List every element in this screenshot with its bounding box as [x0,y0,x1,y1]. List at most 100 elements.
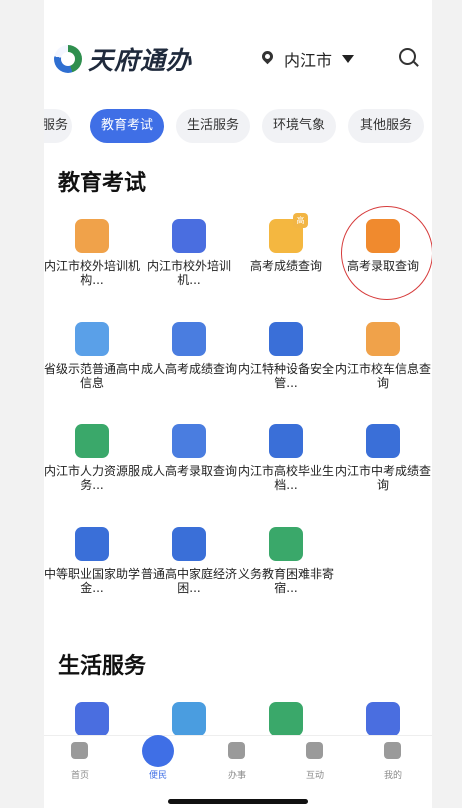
icon-glyph [172,322,206,356]
grid-item-label: 成人高考成绩查询 [141,362,238,376]
grid-item-label: 内江市人力资源服务... [44,464,141,492]
location-pin-icon [261,51,274,67]
nav-label: 我的 [383,771,402,781]
icon-glyph [366,322,400,356]
icon-glyph [75,527,109,561]
bottom-nav: 首页 便民 办事 互动 我的 [44,735,432,785]
grid-item-label: 省级示范普通高中信息 [44,362,141,390]
tab-services[interactable]: 服务 [44,109,72,143]
nav-profile[interactable]: 我的 [363,742,423,784]
location-selector[interactable]: 内江市 [261,47,355,71]
grid-item[interactable]: 成人高考成绩查询 [141,322,237,412]
icon-glyph [172,424,206,458]
document-icon [228,742,245,759]
interact-icon [306,742,323,759]
home-icon [71,742,88,759]
grid-item[interactable]: 内江市人力资源服务... [44,424,140,514]
grid-item[interactable]: 内江市高校毕业生档... [238,424,334,514]
grid-item-label: 内江市校车信息查询 [335,362,432,390]
grid-item[interactable] [141,702,237,735]
app-name: 天府通办 [88,46,193,75]
grid-item[interactable]: 普通高中家庭经济困... [141,527,237,617]
grid-item[interactable]: 中等职业国家助学金... [44,527,140,617]
caret-down-icon [342,55,355,63]
tab-life[interactable]: 生活服务 [176,109,250,143]
aid-grant-icon [75,527,109,561]
reader-icon [366,702,400,735]
icon-glyph [172,219,206,253]
grid-item[interactable]: 成人高考录取查询 [141,424,237,514]
midterm-score-icon [366,424,400,458]
nav-label: 首页 [70,771,89,781]
icon-glyph [269,527,303,561]
grid-item-label: 成人高考录取查询 [141,464,238,478]
water-drop-icon [75,702,109,735]
grid-item-label: 内江市校外培训机... [146,259,231,287]
grid-item-label: 义务教育困难非寄宿... [238,567,335,595]
id-card-icon [172,702,206,735]
tab-education[interactable]: 教育考试 [90,109,164,143]
grid-item-label: 内江市高校毕业生档... [238,464,335,492]
icon-glyph [269,424,303,458]
icon-glyph [269,322,303,356]
section-title-education: 教育考试 [58,171,147,196]
badge: 高 [293,213,308,228]
grid-item[interactable]: 内江特种设备安全管... [238,322,334,412]
logo-icon [54,45,82,73]
category-tabs: 服务 教育考试 生活服务 环境气象 其他服务 [44,109,432,143]
nav-label: 互动 [305,771,324,781]
grid-item[interactable] [238,702,334,735]
nav-label: 便民 [148,771,167,781]
home-indicator [168,799,308,804]
icon-glyph [172,527,206,561]
adult-admission-icon [172,424,206,458]
equipment-icon [269,322,303,356]
grid-item-label: 高考成绩查询 [249,259,322,273]
nav-home[interactable]: 首页 [50,742,110,784]
nav-label: 办事 [227,771,246,781]
grid-item-label: 内江特种设备安全管... [238,362,335,390]
school-bus-icon [366,322,400,356]
tab-other[interactable]: 其他服务 [348,109,424,143]
grid-item[interactable]: 内江市校车信息查询 [335,322,431,412]
grid-item[interactable]: 省级示范普通高中信息 [44,322,140,412]
service-icon [142,735,174,767]
globe-icon [269,702,303,735]
grid-item-label: 内江市校外培训机构... [44,259,141,287]
grid-item[interactable] [44,702,140,735]
icon-glyph [75,219,109,253]
adult-exam-icon [172,322,206,356]
grid-item[interactable]: 义务教育困难非寄宿... [238,527,334,617]
profile-icon [384,742,401,759]
section-title-life: 生活服务 [58,654,147,679]
school-building-icon [75,322,109,356]
header: 天府通办 内江市 [44,38,432,82]
hand-aid-icon [269,527,303,561]
app-logo: 天府通办 [54,41,192,77]
phone-screen: 天府通办 内江市 服务 教育考试 生活服务 环境气象 其他服务 教育考试 内江市… [44,0,432,808]
location-label: 内江市 [284,51,333,70]
hr-search-icon [75,424,109,458]
grid-item-label: 内江市中考成绩查询 [335,464,432,492]
grid-item[interactable]: 内江市中考成绩查询 [335,424,431,514]
grid-item-label: 普通高中家庭经济困... [141,567,238,595]
icon-glyph [75,424,109,458]
grid-item[interactable] [335,702,431,735]
finance-aid-icon [172,527,206,561]
grid-item-label: 中等职业国家助学金... [44,567,141,595]
icon-glyph [75,322,109,356]
no-person-icon [75,219,109,253]
grid-item[interactable]: 高高考成绩查询 [238,213,334,309]
nav-affairs[interactable]: 办事 [207,742,267,784]
search-icon[interactable] [399,48,416,65]
icon-glyph [366,424,400,458]
nav-service[interactable]: 便民 [128,735,188,784]
exam-score-icon: 高 [269,213,308,253]
grid-item[interactable]: 内江市校外培训机构... [44,219,140,309]
grid-item[interactable]: 内江市校外培训机... [141,219,237,309]
graduate-file-icon [269,424,303,458]
highlight-circle [341,206,432,300]
person-icon [172,219,206,253]
nav-interact[interactable]: 互动 [285,742,345,784]
tab-environment[interactable]: 环境气象 [262,109,336,143]
